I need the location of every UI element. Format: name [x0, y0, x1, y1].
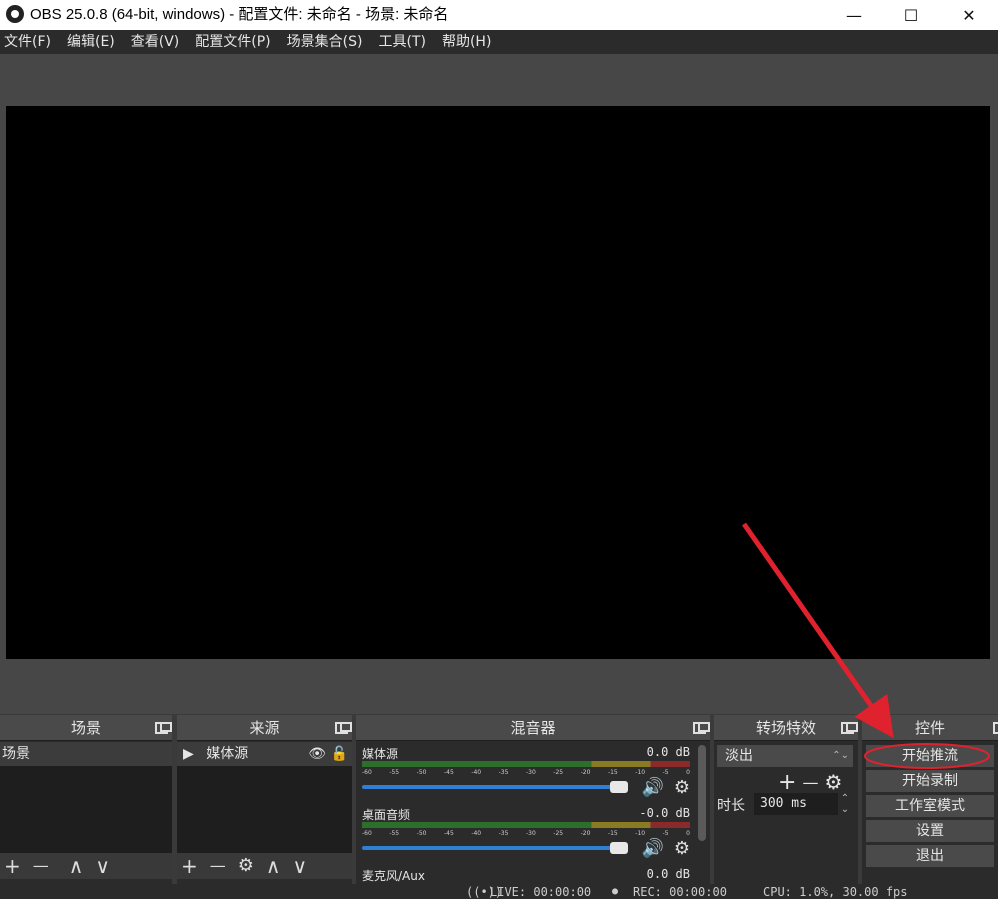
- transition-selected: 淡出: [725, 748, 753, 764]
- mixer-channels: 媒体源 0.0 dB -60 -55 -50 -45 -40 -35 -30 -25 -20 -1…: [356, 742, 710, 884]
- channel-db: -0.0 dB: [639, 806, 690, 820]
- transitions-header: 转场特效: [714, 715, 858, 741]
- work-area: [0, 54, 998, 714]
- cpu-status: CPU: 1.0%, 30.00 fps: [763, 885, 908, 899]
- controls-dock: 控件 开始推流 开始录制 工作室模式 设置 退出: [862, 715, 998, 899]
- play-icon: ▶: [183, 746, 194, 762]
- controls-title: 控件: [914, 719, 945, 737]
- menu-view[interactable]: 查看(V): [127, 30, 188, 54]
- volume-slider[interactable]: [362, 846, 616, 850]
- live-status: LIVE: 00:00:00: [490, 885, 592, 899]
- volume-slider-handle[interactable]: [610, 781, 628, 793]
- float-icon[interactable]: [841, 722, 858, 734]
- obs-logo-icon: [6, 5, 24, 23]
- transition-select[interactable]: 淡出 ⌃⌄: [717, 745, 853, 767]
- channel-db: 0.0 dB: [646, 745, 690, 759]
- float-icon[interactable]: [993, 722, 998, 734]
- scenes-list: 场景: [0, 742, 172, 855]
- mixer-channel: 媒体源 0.0 dB -60 -55 -50 -45 -40 -35 -30 -25 -20 -1…: [360, 745, 692, 805]
- sources-dock: 来源 ▶ 媒体源 👁 🔓 + — ⚙ ∧ ∨: [177, 715, 352, 899]
- source-item[interactable]: ▶ 媒体源 👁 🔓: [177, 742, 352, 766]
- scenes-toolbar: + — ∧ ∨: [0, 853, 172, 879]
- meter-ticks: -60 -55 -50 -45 -40 -35 -30 -25 -20 -15 -10 -5 0: [362, 830, 690, 837]
- remove-scene-button[interactable]: —: [33, 856, 49, 876]
- speaker-icon[interactable]: 🔊: [642, 838, 664, 859]
- mixer-scrollbar[interactable]: [698, 745, 706, 841]
- mixer-channel: 麦克风/Aux 0.0 dB: [360, 867, 692, 884]
- channel-name: 桌面音频: [362, 808, 411, 822]
- duration-input[interactable]: 300 ms: [754, 793, 838, 815]
- start-recording-button[interactable]: 开始录制: [866, 770, 994, 792]
- exit-button[interactable]: 退出: [866, 845, 994, 867]
- float-icon[interactable]: [693, 722, 710, 734]
- volume-slider[interactable]: [362, 785, 616, 789]
- eye-icon[interactable]: 👁: [308, 742, 326, 766]
- sources-title: 来源: [249, 719, 280, 737]
- sources-header: 来源: [177, 715, 352, 741]
- scenes-header: 场景: [0, 715, 172, 741]
- controls-header: 控件: [862, 715, 998, 741]
- move-up-button[interactable]: ∧: [69, 856, 84, 876]
- volume-slider-handle[interactable]: [610, 842, 628, 854]
- start-streaming-button[interactable]: 开始推流: [866, 745, 994, 767]
- move-up-button[interactable]: ∧: [266, 856, 281, 876]
- scenes-title: 场景: [70, 719, 101, 737]
- chevron-updown-icon: ⌃⌄: [832, 750, 849, 761]
- move-down-button[interactable]: ∨: [293, 856, 308, 876]
- speaker-icon[interactable]: 🔊: [642, 777, 664, 798]
- volume-meter: [362, 822, 690, 828]
- mixer-header: 混音器: [356, 715, 710, 741]
- gear-icon[interactable]: ⚙: [674, 838, 690, 859]
- channel-name: 麦克风/Aux: [362, 869, 425, 883]
- lock-icon[interactable]: 🔓: [331, 742, 348, 766]
- menu-edit[interactable]: 编辑(E): [63, 30, 123, 54]
- transitions-title: 转场特效: [755, 719, 816, 737]
- rec-status: REC: 00:00:00: [633, 885, 727, 899]
- settings-button[interactable]: 设置: [866, 820, 994, 842]
- mixer-dock: 混音器 媒体源 0.0 dB -60 -55 -50 -45 -40 -35 -30 -25-…: [356, 715, 710, 899]
- float-icon[interactable]: [335, 722, 352, 734]
- menu-file[interactable]: 文件(F): [0, 30, 59, 54]
- meter-ticks: -60 -55 -50 -45 -40 -35 -30 -25 -20 -15 -10 -5 0: [362, 769, 690, 776]
- scene-item[interactable]: 场景: [0, 742, 172, 766]
- volume-meter: [362, 761, 690, 767]
- duration-label: 时长: [717, 798, 745, 814]
- menu-bar: 文件(F) 编辑(E) 查看(V) 配置文件(P) 场景集合(S) 工具(T) …: [0, 30, 998, 54]
- source-settings-button[interactable]: ⚙: [238, 856, 254, 876]
- title-bar: OBS 25.0.8 (64-bit, windows) - 配置文件: 未命名…: [0, 0, 998, 30]
- remove-source-button[interactable]: —: [210, 856, 226, 876]
- sources-toolbar: + — ⚙ ∧ ∨: [177, 853, 352, 879]
- window-title: OBS 25.0.8 (64-bit, windows) - 配置文件: 未命名…: [30, 6, 449, 23]
- gear-icon[interactable]: ⚙: [674, 777, 690, 798]
- scenes-dock: 场景 场景 + — ∧ ∨: [0, 715, 172, 899]
- studio-mode-button[interactable]: 工作室模式: [866, 795, 994, 817]
- record-dot-icon: ●: [612, 886, 619, 897]
- menu-help[interactable]: 帮助(H): [438, 30, 499, 54]
- channel-name: 媒体源: [362, 747, 399, 761]
- mixer-title: 混音器: [510, 719, 556, 737]
- source-label: 媒体源: [206, 746, 249, 762]
- duration-stepper[interactable]: ⌃ ⌄: [838, 793, 852, 815]
- close-button[interactable]: ✕: [946, 0, 992, 30]
- add-scene-button[interactable]: +: [4, 856, 21, 876]
- channel-db: 0.0 dB: [646, 867, 690, 881]
- move-down-button[interactable]: ∨: [95, 856, 110, 876]
- maximize-button[interactable]: ☐: [888, 0, 934, 30]
- minimize-button[interactable]: —: [831, 0, 877, 30]
- float-icon[interactable]: [155, 722, 172, 734]
- preview-canvas[interactable]: [6, 106, 990, 659]
- menu-tools[interactable]: 工具(T): [374, 30, 433, 54]
- sources-list: ▶ 媒体源 👁 🔓: [177, 742, 352, 855]
- status-bar: ((•)) LIVE: 00:00:00 ● REC: 00:00:00 CPU…: [0, 884, 998, 899]
- add-source-button[interactable]: +: [181, 856, 198, 876]
- menu-profile[interactable]: 配置文件(P): [191, 30, 278, 54]
- mixer-channel: 桌面音频 -0.0 dB -60 -55 -50 -45 -40 -35 -30 -25 -20…: [360, 806, 692, 866]
- transitions-dock: 转场特效 淡出 ⌃⌄ + — ⚙ 时长 300 ms ⌃ ⌄: [714, 715, 858, 899]
- menu-scene-collection[interactable]: 场景集合(S): [283, 30, 371, 54]
